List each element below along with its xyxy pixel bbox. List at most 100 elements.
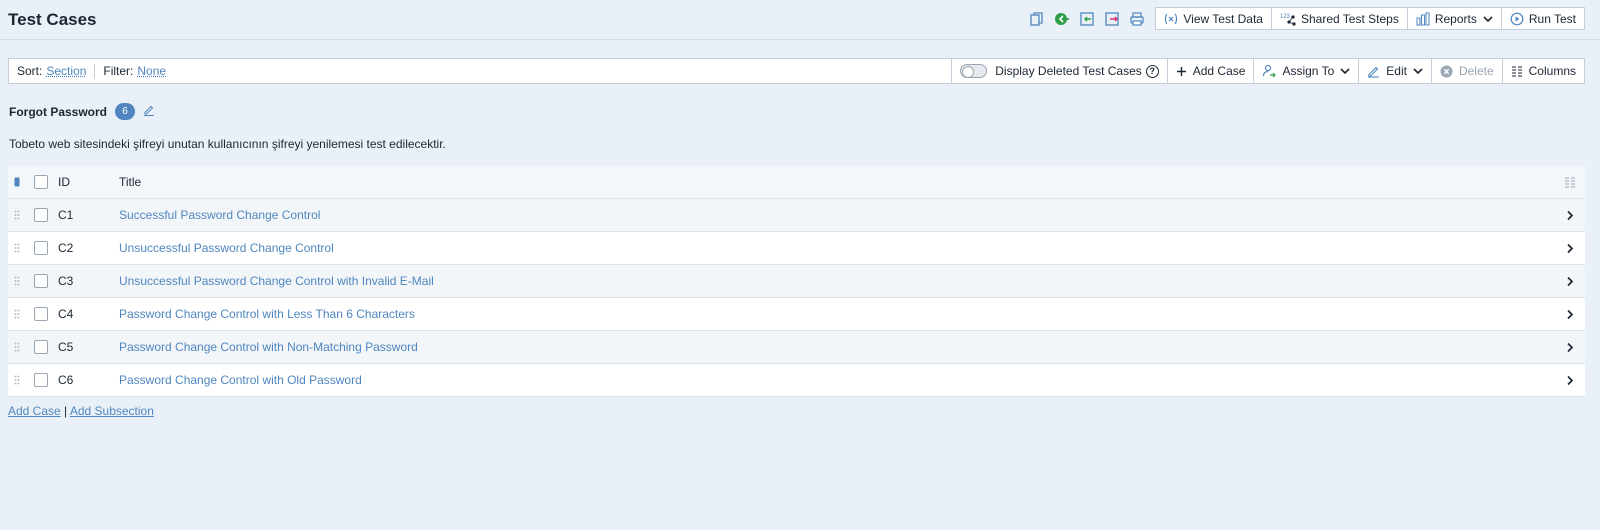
import-icon[interactable] <box>1079 11 1095 27</box>
case-id: C5 <box>58 340 74 354</box>
row-checkbox[interactable] <box>34 274 48 288</box>
copy-icon[interactable] <box>1029 11 1045 27</box>
page-title: Test Cases <box>8 10 97 29</box>
move-green-icon[interactable] <box>1054 11 1070 27</box>
drag-handle-icon[interactable] <box>8 309 26 319</box>
help-icon[interactable]: ? <box>1145 64 1159 78</box>
case-id: C4 <box>58 307 74 321</box>
chevron-right-icon[interactable] <box>1555 342 1585 353</box>
chevron-right-icon[interactable] <box>1555 375 1585 386</box>
case-title-link[interactable]: Successful Password Change Control <box>119 208 320 222</box>
row-checkbox[interactable] <box>34 373 48 387</box>
drag-handle-icon[interactable] <box>8 210 26 220</box>
row-check-cell <box>26 373 58 387</box>
row-checkbox[interactable] <box>34 208 48 222</box>
case-title-cell: Unsuccessful Password Change Control wit… <box>119 274 1555 288</box>
row-check-cell <box>26 307 58 321</box>
case-title-cell: Password Change Control with Less Than 6… <box>119 307 1555 321</box>
plus-icon <box>1176 66 1186 76</box>
drag-all-handle[interactable] <box>8 177 26 187</box>
row-check-cell <box>26 241 58 255</box>
drag-handle-icon[interactable] <box>8 375 26 385</box>
case-id: C3 <box>58 274 74 288</box>
chevron-right-icon[interactable] <box>1555 243 1585 254</box>
assign-to-button[interactable]: Assign To <box>1253 59 1358 83</box>
columns-icon <box>1511 66 1522 77</box>
row-checkbox[interactable] <box>34 307 48 321</box>
pencil-icon <box>1368 66 1380 78</box>
divider <box>94 63 96 79</box>
case-title-link[interactable]: Password Change Control with Less Than 6… <box>119 307 415 321</box>
add-case-link[interactable]: Add Case <box>8 404 61 418</box>
sort-value-link[interactable]: Section <box>46 64 86 78</box>
case-title-link[interactable]: Password Change Control with Old Passwor… <box>119 373 362 387</box>
chevron-down-icon <box>1413 68 1423 75</box>
export-icon[interactable] <box>1104 11 1120 27</box>
select-all-checkbox[interactable] <box>34 175 48 189</box>
row-checkbox[interactable] <box>34 241 48 255</box>
filter-label: Filter: <box>103 64 134 78</box>
chevron-right-icon[interactable] <box>1555 210 1585 221</box>
table-row[interactable]: C6 Password Change Control with Old Passw… <box>8 364 1585 397</box>
reports-button[interactable]: Reports <box>1408 8 1502 29</box>
assign-user-icon <box>1263 64 1277 78</box>
delete-button[interactable]: Delete <box>1430 59 1502 83</box>
shared-test-steps-button[interactable]: 123 Shared Test Steps <box>1272 8 1408 29</box>
section-description: Tobeto web sitesindeki şifreyi unutan ku… <box>9 137 446 151</box>
table-row[interactable]: C4 Password Change Control with Less Than… <box>8 298 1585 331</box>
table-body: C1 Successful Password Change Control C2 Un… <box>8 199 1585 397</box>
table-row[interactable]: C1 Successful Password Change Control <box>8 199 1585 232</box>
variable-icon <box>1165 13 1178 24</box>
play-circle-icon <box>1510 12 1524 25</box>
case-title-cell: Password Change Control with Non-Matchin… <box>119 340 1555 354</box>
delete-circle-icon <box>1440 65 1453 77</box>
table-row[interactable]: C5 Password Change Control with Non-Match… <box>8 331 1585 364</box>
filter-value-link[interactable]: None <box>137 64 166 78</box>
drag-handle-icon[interactable] <box>8 342 26 352</box>
column-header-title[interactable]: Title <box>119 175 1555 189</box>
section-header: Forgot Password 6 <box>9 103 155 120</box>
add-case-button[interactable]: Add Case <box>1166 59 1254 83</box>
case-title-link[interactable]: Password Change Control with Non-Matchin… <box>119 340 418 354</box>
chevron-right-icon[interactable] <box>1555 276 1585 287</box>
display-deleted-label: Display Deleted Test Cases <box>995 64 1142 78</box>
view-test-data-button[interactable]: View Test Data <box>1156 8 1272 29</box>
sort-label: Sort: <box>17 64 43 78</box>
shared-steps-icon: 123 <box>1280 14 1296 26</box>
case-id: C6 <box>58 373 74 387</box>
print-icon[interactable] <box>1129 11 1145 27</box>
column-settings-icon[interactable] <box>1555 176 1585 188</box>
case-count-badge: 6 <box>115 103 136 120</box>
drag-handle-icon[interactable] <box>8 243 26 253</box>
case-title-link[interactable]: Unsuccessful Password Change Control <box>119 241 334 255</box>
columns-button[interactable]: Columns <box>1501 59 1584 83</box>
sort-filter-bar: Sort: Section Filter: None <box>9 59 951 83</box>
chevron-right-icon[interactable] <box>1555 309 1585 320</box>
case-title-cell: Successful Password Change Control <box>119 208 1555 222</box>
row-checkbox[interactable] <box>34 340 48 354</box>
add-subsection-link[interactable]: Add Subsection <box>70 404 154 418</box>
run-test-button[interactable]: Run Test <box>1502 8 1584 29</box>
case-title-cell: Unsuccessful Password Change Control <box>119 241 1555 255</box>
case-id: C1 <box>58 208 74 222</box>
column-header-id[interactable]: ID <box>58 175 119 189</box>
edit-section-icon[interactable] <box>143 104 155 119</box>
page-header: Test Cases View Test Data 123 Shared Tes… <box>0 0 1600 40</box>
toggle-switch[interactable] <box>960 64 988 78</box>
case-id: C2 <box>58 241 74 255</box>
header-toolbar: View Test Data 123 Shared Test Steps Rep… <box>1029 7 1585 30</box>
bar-chart-icon <box>1416 12 1430 25</box>
row-check-cell <box>26 274 58 288</box>
section-title: Forgot Password <box>9 104 108 119</box>
row-check-cell <box>26 208 58 222</box>
case-title-cell: Password Change Control with Old Passwor… <box>119 373 1555 387</box>
footer-links: Add Case | Add Subsection <box>8 404 154 418</box>
display-deleted-toggle[interactable]: Display Deleted Test Cases ? <box>951 59 1167 83</box>
table-row[interactable]: C2 Unsuccessful Password Change Control <box>8 232 1585 265</box>
edit-button[interactable]: Edit <box>1358 59 1431 83</box>
drag-handle-icon[interactable] <box>8 276 26 286</box>
table-row[interactable]: C3 Unsuccessful Password Change Control w… <box>8 265 1585 298</box>
header-button-group: View Test Data 123 Shared Test Steps Rep… <box>1155 7 1585 30</box>
row-check-cell <box>26 340 58 354</box>
case-title-link[interactable]: Unsuccessful Password Change Control wit… <box>119 274 434 288</box>
